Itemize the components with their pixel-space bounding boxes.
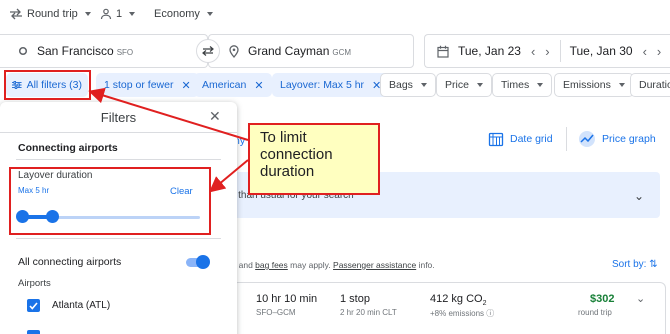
- emissions-subscript: 2: [482, 300, 487, 308]
- airline-chip[interactable]: American ✕: [194, 73, 272, 97]
- date-divider: [559, 40, 561, 62]
- flight-price: $302: [590, 293, 615, 305]
- emissions-delta-text: +8% emissions: [430, 309, 485, 318]
- divider: [0, 132, 237, 133]
- divider: [16, 159, 221, 160]
- price-graph-button[interactable]: Price graph: [578, 130, 656, 148]
- expand-chevron-icon[interactable]: ⌄: [636, 292, 645, 305]
- divider: [566, 127, 567, 151]
- emissions-delta: +8% emissions ⓘ: [430, 308, 494, 319]
- destination-field[interactable]: Grand Cayman GCM: [208, 34, 414, 68]
- checkmark-icon: [29, 301, 38, 310]
- flight-emissions: 412 kg CO2: [430, 293, 487, 307]
- destination-city: Grand Cayman: [248, 44, 330, 58]
- date-grid-label: Date grid: [510, 133, 553, 145]
- bag-fees-link[interactable]: bag fees: [255, 260, 288, 270]
- price-chip-label: Price: [445, 79, 469, 91]
- bag-fees-notice: s and bag fees may apply. Passenger assi…: [232, 260, 435, 270]
- location-pin-icon: [229, 44, 239, 58]
- layover-chip-label: Layover: Max 5 hr: [280, 79, 365, 91]
- divider: [16, 238, 221, 239]
- price-chip[interactable]: Price: [436, 73, 492, 97]
- airline-chip-label: American: [202, 79, 247, 91]
- flight-layover: 2 hr 20 min CLT: [340, 308, 397, 317]
- cabin-class-label: Economy: [154, 8, 200, 20]
- price-graph-label: Price graph: [602, 133, 656, 145]
- trip-type-select[interactable]: Round trip: [9, 8, 91, 20]
- stops-chip[interactable]: 1 stop or fewer ✕: [96, 73, 199, 97]
- dates-field[interactable]: Tue, Jan 23 ‹ › Tue, Jan 30 ‹ ›: [424, 34, 670, 68]
- chevron-down-icon: [476, 83, 483, 87]
- sort-arrows-icon: ⇅: [649, 259, 658, 270]
- layover-chip[interactable]: Layover: Max 5 hr ✕: [272, 73, 390, 97]
- sort-by-label: Sort by:: [612, 259, 647, 270]
- emissions-chip-label: Emissions: [563, 79, 611, 91]
- chevron-down-icon: [420, 83, 427, 87]
- all-connecting-label: All connecting airports: [18, 256, 122, 268]
- next-return-date-icon[interactable]: ›: [657, 44, 661, 59]
- annotation-callout: To limit connection duration: [248, 123, 380, 195]
- origin-circle-icon: [18, 46, 28, 56]
- calendar-icon: [437, 45, 449, 58]
- price-note: round trip: [578, 308, 612, 317]
- bag-fees-suffix: info.: [418, 260, 435, 270]
- annotation-highlight-layover: [9, 167, 211, 235]
- price-graph-icon: [579, 131, 595, 147]
- round-trip-icon: [10, 8, 22, 20]
- sort-by-button[interactable]: Sort by: ⇅: [612, 259, 658, 270]
- prev-depart-date-icon[interactable]: ‹: [531, 44, 535, 59]
- trip-type-label: Round trip: [27, 8, 78, 20]
- return-date[interactable]: Tue, Jan 30: [570, 44, 633, 58]
- swap-button[interactable]: [196, 39, 220, 63]
- toggle-knob[interactable]: [196, 255, 210, 269]
- origin-field[interactable]: San Francisco SFO: [0, 34, 208, 68]
- flight-stops: 1 stop: [340, 293, 370, 305]
- close-icon[interactable]: ✕: [209, 108, 221, 125]
- atlanta-checkbox[interactable]: [27, 299, 40, 312]
- atlanta-label: Atlanta (ATL): [52, 300, 111, 311]
- prev-return-date-icon[interactable]: ‹: [643, 44, 647, 59]
- airports-label: Airports: [18, 278, 51, 289]
- passengers-count: 1: [116, 8, 123, 20]
- next-airport-checkbox[interactable]: [27, 330, 40, 334]
- next-depart-date-icon[interactable]: ›: [545, 44, 549, 59]
- emissions-chip[interactable]: Emissions: [554, 73, 634, 97]
- annotation-highlight-all-filters: [4, 70, 91, 100]
- top-bar: Round trip 1 Economy: [0, 0, 670, 34]
- duration-chip-label: Duratio: [639, 79, 670, 91]
- calendar-grid-icon: [488, 132, 504, 147]
- passenger-assistance-link[interactable]: Passenger assistance: [333, 260, 416, 270]
- depart-date[interactable]: Tue, Jan 23: [458, 44, 521, 58]
- times-chip-label: Times: [501, 79, 530, 91]
- chevron-down-icon: [206, 12, 213, 16]
- chevron-down-icon: [129, 12, 136, 16]
- flight-route: SFO–GCM: [256, 308, 296, 317]
- duration-chip[interactable]: Duratio: [630, 73, 670, 97]
- passengers-select[interactable]: 1: [100, 8, 136, 20]
- chevron-down-icon: [84, 12, 91, 16]
- times-chip[interactable]: Times: [492, 73, 553, 97]
- info-icon[interactable]: ⓘ: [486, 309, 494, 318]
- person-icon: [100, 8, 112, 20]
- cabin-class-select[interactable]: Economy: [154, 8, 213, 20]
- chevron-down-icon[interactable]: ⌄: [634, 189, 644, 203]
- chevron-down-icon: [537, 83, 544, 87]
- bags-chip[interactable]: Bags: [380, 73, 436, 97]
- bags-chip-label: Bags: [389, 79, 413, 91]
- close-icon[interactable]: ✕: [181, 79, 190, 92]
- flight-duration: 10 hr 10 min: [256, 293, 318, 305]
- bag-fees-mid: may apply.: [290, 260, 331, 270]
- destination-code: GCM: [332, 47, 352, 57]
- emissions-value: 412 kg CO: [430, 293, 483, 305]
- chevron-down-icon: [618, 83, 625, 87]
- origin-city: San Francisco: [37, 44, 114, 58]
- filters-title: Filters: [100, 110, 137, 125]
- date-grid-button[interactable]: Date grid: [488, 131, 553, 147]
- close-icon[interactable]: ✕: [254, 79, 263, 92]
- origin-code: SFO: [116, 47, 134, 57]
- stops-chip-label: 1 stop or fewer: [104, 79, 174, 91]
- connecting-airports-heading: Connecting airports: [18, 142, 118, 154]
- swap-icon: [202, 46, 214, 56]
